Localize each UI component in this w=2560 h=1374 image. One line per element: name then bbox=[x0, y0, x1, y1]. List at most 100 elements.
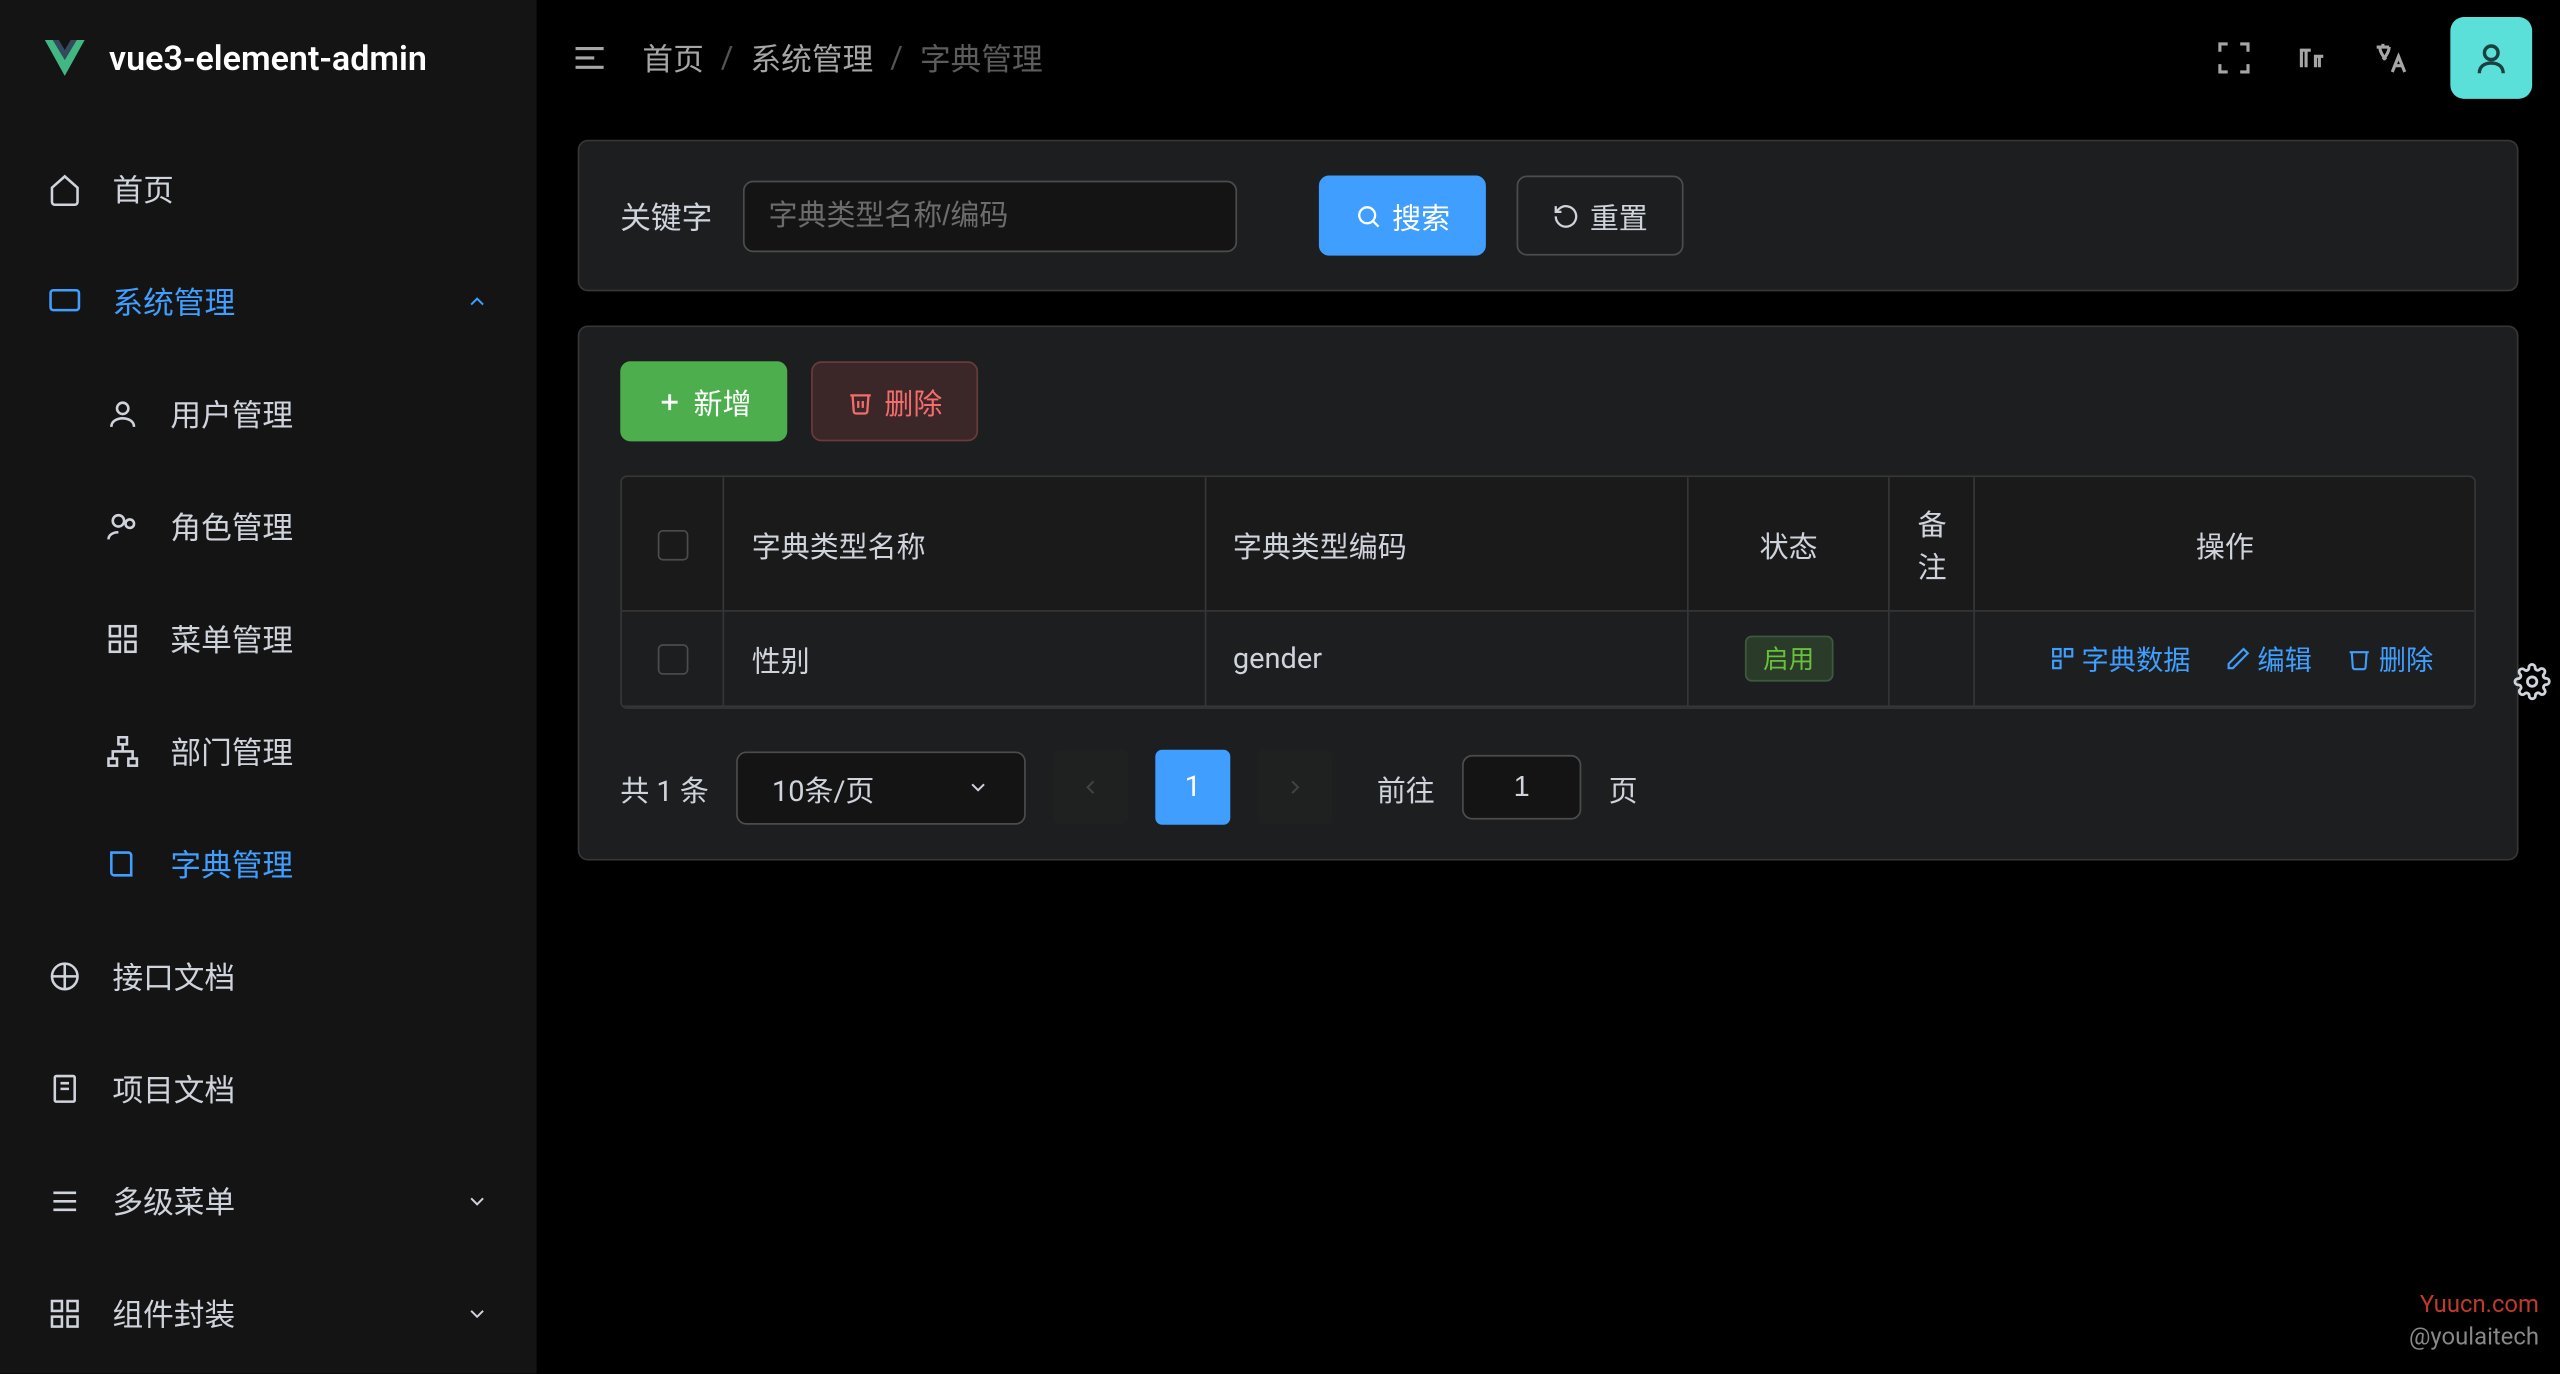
breadcrumb-p1[interactable]: 系统管理 bbox=[751, 36, 874, 80]
refresh-icon bbox=[1552, 202, 1579, 229]
list-icon bbox=[48, 1184, 82, 1218]
monitor-icon bbox=[48, 285, 82, 319]
sidebar-item-label: 部门管理 bbox=[170, 729, 293, 773]
th-name: 字典类型名称 bbox=[724, 477, 1205, 611]
th-status: 状态 bbox=[1688, 477, 1890, 611]
action-label: 删除 bbox=[2379, 638, 2434, 679]
sidebar-item-label: 用户管理 bbox=[170, 392, 293, 436]
breadcrumb-home[interactable]: 首页 bbox=[642, 36, 703, 80]
breadcrumb-sep: / bbox=[721, 40, 734, 76]
settings-drawer-toggle[interactable] bbox=[2505, 648, 2560, 716]
sidebar-item-label: 组件封装 bbox=[112, 1292, 235, 1336]
avatar[interactable] bbox=[2450, 17, 2532, 99]
watermark: Yuucn.com @youlaitech bbox=[2409, 1290, 2539, 1357]
tree-icon bbox=[106, 734, 140, 768]
plus-icon bbox=[656, 388, 683, 415]
chevron-right-icon bbox=[1283, 775, 1307, 799]
main: 首页 / 系统管理 / 字典管理 关键字 bbox=[537, 0, 2560, 1373]
app-title: vue3-element-admin bbox=[109, 37, 427, 78]
chevron-down-icon bbox=[465, 1302, 489, 1326]
collection-icon bbox=[2049, 645, 2075, 671]
page-jump-input[interactable] bbox=[1462, 755, 1581, 820]
delete-button[interactable]: 删除 bbox=[811, 361, 978, 441]
collapse-sidebar-icon[interactable] bbox=[571, 39, 608, 76]
search-card: 关键字 搜索 重置 bbox=[578, 140, 2519, 292]
page-number[interactable]: 1 bbox=[1155, 750, 1230, 825]
grid-icon bbox=[106, 622, 140, 656]
page-size-select[interactable]: 10条/页 bbox=[736, 751, 1026, 824]
sidebar-logo[interactable]: vue3-element-admin bbox=[0, 0, 537, 116]
action-edit[interactable]: 编辑 bbox=[2225, 638, 2312, 679]
action-label: 编辑 bbox=[2257, 638, 2312, 679]
th-action: 操作 bbox=[1975, 477, 2475, 611]
cell-name: 性别 bbox=[724, 611, 1205, 706]
chevron-left-icon bbox=[1079, 775, 1103, 799]
language-icon[interactable] bbox=[2372, 39, 2409, 76]
breadcrumb-sep: / bbox=[890, 40, 903, 76]
jump-prefix: 前往 bbox=[1377, 766, 1435, 809]
avatar-icon bbox=[2471, 37, 2512, 78]
total-text: 共 1 条 bbox=[620, 766, 709, 809]
component-icon bbox=[48, 1297, 82, 1331]
prev-page-button[interactable] bbox=[1053, 750, 1128, 825]
sidebar-item-home[interactable]: 首页 bbox=[0, 133, 537, 245]
action-dict-data[interactable]: 字典数据 bbox=[2049, 638, 2190, 679]
vue-logo-icon bbox=[41, 34, 89, 82]
reset-button[interactable]: 重置 bbox=[1517, 176, 1684, 256]
table-row: 性别 gender 启用 字典数据 bbox=[622, 611, 2474, 706]
edit-icon bbox=[2225, 645, 2251, 671]
watermark-line2: @youlaitech bbox=[2409, 1323, 2539, 1356]
user-icon bbox=[106, 397, 140, 431]
sidebar-item-dept[interactable]: 部门管理 bbox=[0, 695, 537, 807]
sidebar-item-api-doc[interactable]: 接口文档 bbox=[0, 920, 537, 1032]
th-remark: 备注 bbox=[1889, 477, 1974, 611]
sidebar: vue3-element-admin 首页 系统管理 用户管理 角色管理 bbox=[0, 0, 537, 1373]
select-all-checkbox[interactable] bbox=[657, 529, 688, 560]
sidebar-item-system[interactable]: 系统管理 bbox=[0, 245, 537, 357]
sidebar-item-label: 菜单管理 bbox=[170, 617, 293, 661]
page-size-label: 10条/页 bbox=[772, 766, 874, 809]
table-header-row: 字典类型名称 字典类型编码 状态 备注 操作 bbox=[622, 477, 2474, 611]
button-label: 搜索 bbox=[1392, 194, 1450, 237]
book-icon bbox=[106, 847, 140, 881]
chevron-up-icon bbox=[465, 290, 489, 314]
keyword-input[interactable] bbox=[743, 180, 1237, 252]
status-badge: 启用 bbox=[1744, 636, 1833, 682]
home-icon bbox=[48, 172, 82, 206]
sidebar-item-user[interactable]: 用户管理 bbox=[0, 358, 537, 470]
row-checkbox[interactable] bbox=[657, 644, 688, 675]
trash-icon bbox=[2346, 645, 2372, 671]
sidebar-menu: 首页 系统管理 用户管理 角色管理 菜单管理 部门管理 bbox=[0, 116, 537, 1374]
sidebar-item-label: 字典管理 bbox=[170, 842, 293, 886]
pagination: 共 1 条 10条/页 1 前往 页 bbox=[620, 750, 2476, 825]
button-label: 重置 bbox=[1590, 194, 1648, 237]
role-icon bbox=[106, 509, 140, 543]
sidebar-item-label: 项目文档 bbox=[112, 1067, 235, 1111]
action-delete[interactable]: 删除 bbox=[2346, 638, 2433, 679]
gear-icon bbox=[2513, 663, 2550, 700]
topbar: 首页 / 系统管理 / 字典管理 bbox=[537, 0, 2560, 116]
fullscreen-icon[interactable] bbox=[2215, 39, 2252, 76]
sidebar-item-label: 多级菜单 bbox=[112, 1179, 235, 1223]
sidebar-item-label: 首页 bbox=[112, 167, 173, 211]
chevron-down-icon bbox=[465, 1189, 489, 1213]
sidebar-item-components[interactable]: 组件封装 bbox=[0, 1258, 537, 1370]
sidebar-item-role[interactable]: 角色管理 bbox=[0, 470, 537, 582]
sidebar-item-dict[interactable]: 字典管理 bbox=[0, 808, 537, 920]
sidebar-item-nested[interactable]: 多级菜单 bbox=[0, 1145, 537, 1257]
search-icon bbox=[1355, 202, 1382, 229]
add-button[interactable]: 新增 bbox=[620, 361, 787, 441]
button-label: 新增 bbox=[694, 380, 752, 423]
sidebar-item-menu[interactable]: 菜单管理 bbox=[0, 583, 537, 695]
search-button[interactable]: 搜索 bbox=[1319, 176, 1486, 256]
table-card: 新增 删除 字典类型名称 字典类型编码 bbox=[578, 325, 2519, 860]
breadcrumb: 首页 / 系统管理 / 字典管理 bbox=[642, 36, 1042, 80]
cell-remark bbox=[1889, 611, 1974, 706]
trash-icon bbox=[847, 388, 874, 415]
table: 字典类型名称 字典类型编码 状态 备注 操作 性别 gende bbox=[620, 475, 2476, 708]
font-size-icon[interactable] bbox=[2294, 39, 2331, 76]
next-page-button[interactable] bbox=[1258, 750, 1333, 825]
sidebar-item-project-doc[interactable]: 项目文档 bbox=[0, 1033, 537, 1145]
button-label: 删除 bbox=[884, 380, 942, 423]
keyword-label: 关键字 bbox=[620, 193, 712, 237]
